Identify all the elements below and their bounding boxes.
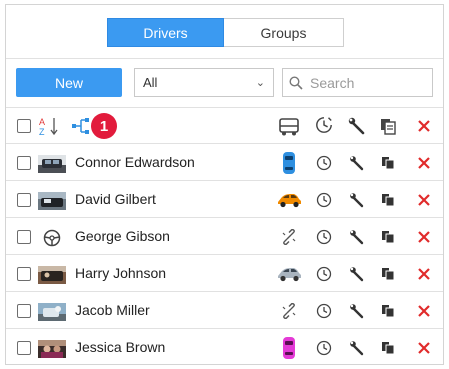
driver-name: George Gibson bbox=[75, 228, 170, 244]
row-checkbox[interactable] bbox=[17, 230, 31, 244]
svg-text:Z: Z bbox=[39, 127, 45, 136]
copy-icon[interactable] bbox=[379, 228, 397, 246]
unlinked-icon[interactable] bbox=[275, 223, 303, 251]
search-input[interactable] bbox=[308, 73, 418, 92]
copy-icon[interactable] bbox=[379, 154, 397, 172]
clock-icon[interactable] bbox=[315, 228, 333, 246]
row-checkbox[interactable] bbox=[17, 193, 31, 207]
chevron-down-icon: ⌄ bbox=[255, 77, 265, 89]
wrench-icon[interactable] bbox=[348, 265, 366, 283]
driver-row[interactable]: Jessica Brown bbox=[6, 330, 443, 366]
copy-header-icon[interactable] bbox=[379, 117, 397, 135]
svg-text:A: A bbox=[39, 117, 45, 127]
vehicle-header-icon[interactable] bbox=[275, 113, 303, 141]
driver-name: Jacob Miller bbox=[75, 302, 150, 318]
delete-icon[interactable] bbox=[415, 154, 433, 172]
divider bbox=[6, 58, 443, 59]
row-checkbox[interactable] bbox=[17, 267, 31, 281]
search-field[interactable] bbox=[282, 68, 433, 97]
select-all-checkbox[interactable] bbox=[17, 119, 31, 133]
row-checkbox[interactable] bbox=[17, 156, 31, 170]
driver-row[interactable]: David Gilbert bbox=[6, 182, 443, 218]
tab-bar: Drivers Groups bbox=[107, 18, 344, 47]
clock-icon[interactable] bbox=[315, 191, 333, 209]
drivers-panel: Drivers Groups New All ⌄ A Z bbox=[5, 4, 444, 365]
header-row: A Z 1 bbox=[6, 108, 443, 144]
tab-drivers[interactable]: Drivers bbox=[107, 18, 224, 47]
badge-count: 1 bbox=[91, 113, 117, 139]
wrench-icon[interactable] bbox=[348, 154, 366, 172]
wrench-icon[interactable] bbox=[348, 339, 366, 357]
unlinked-icon[interactable] bbox=[275, 297, 303, 325]
pink-car-top-icon[interactable] bbox=[275, 334, 303, 362]
delete-icon[interactable] bbox=[415, 302, 433, 320]
clock-icon[interactable] bbox=[315, 339, 333, 357]
network-icon[interactable] bbox=[71, 118, 91, 134]
driver-row[interactable]: Harry Johnson bbox=[6, 256, 443, 292]
copy-icon[interactable] bbox=[379, 191, 397, 209]
driver-name: Harry Johnson bbox=[75, 265, 167, 281]
copy-icon[interactable] bbox=[379, 302, 397, 320]
search-icon bbox=[289, 75, 303, 90]
driver-name: Jessica Brown bbox=[75, 339, 166, 355]
driver-avatar bbox=[38, 266, 66, 284]
wrench-icon[interactable] bbox=[348, 228, 366, 246]
delete-icon[interactable] bbox=[415, 339, 433, 357]
sort-alpha-icon[interactable]: A Z bbox=[39, 116, 59, 136]
driver-name: David Gilbert bbox=[75, 191, 156, 207]
clock-icon[interactable] bbox=[315, 302, 333, 320]
wrench-header-icon[interactable] bbox=[348, 117, 366, 135]
driver-avatar bbox=[38, 192, 66, 210]
steering-wheel-icon bbox=[43, 229, 61, 247]
filter-value: All bbox=[143, 75, 158, 90]
clock-icon[interactable] bbox=[315, 154, 333, 172]
copy-icon[interactable] bbox=[379, 265, 397, 283]
driver-avatar bbox=[38, 303, 66, 321]
new-button[interactable]: New bbox=[16, 68, 122, 97]
orange-car-icon[interactable] bbox=[275, 186, 303, 214]
driver-row[interactable]: Connor Edwardson bbox=[6, 145, 443, 181]
driver-name: Connor Edwardson bbox=[75, 154, 195, 170]
wrench-icon[interactable] bbox=[348, 191, 366, 209]
row-checkbox[interactable] bbox=[17, 341, 31, 355]
delete-icon[interactable] bbox=[415, 265, 433, 283]
delete-header-icon[interactable] bbox=[415, 117, 433, 135]
driver-avatar bbox=[38, 340, 66, 358]
wrench-icon[interactable] bbox=[348, 302, 366, 320]
driver-row[interactable]: George Gibson bbox=[6, 219, 443, 255]
copy-icon[interactable] bbox=[379, 339, 397, 357]
tab-groups[interactable]: Groups bbox=[224, 18, 344, 47]
clock-header-icon[interactable] bbox=[315, 116, 333, 134]
filter-select[interactable]: All ⌄ bbox=[134, 68, 274, 97]
silver-car-icon[interactable] bbox=[275, 260, 303, 288]
driver-avatar bbox=[38, 155, 66, 173]
clock-icon[interactable] bbox=[315, 265, 333, 283]
blue-car-top-icon[interactable] bbox=[275, 149, 303, 177]
driver-row[interactable]: Jacob Miller bbox=[6, 293, 443, 329]
row-checkbox[interactable] bbox=[17, 304, 31, 318]
delete-icon[interactable] bbox=[415, 228, 433, 246]
delete-icon[interactable] bbox=[415, 191, 433, 209]
